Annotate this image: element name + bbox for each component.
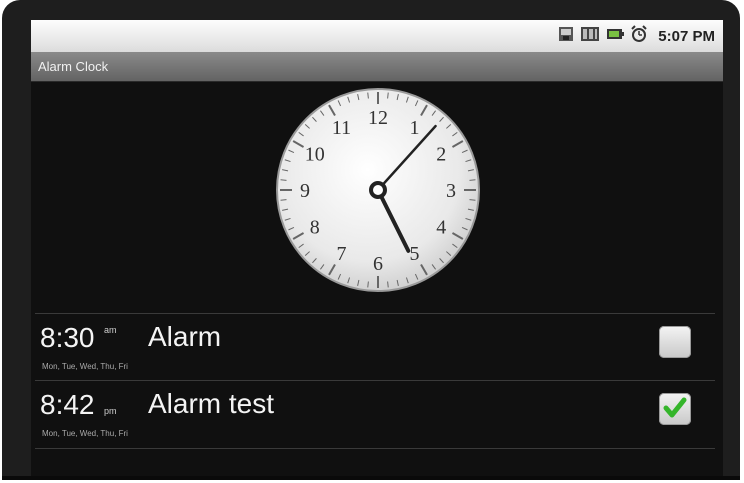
divider <box>35 448 715 449</box>
alarm-enable-checkbox[interactable] <box>659 393 691 425</box>
status-time: 5:07 PM <box>658 27 715 45</box>
alarm-ampm: pm <box>104 406 117 416</box>
clock-numeral: 10 <box>305 144 325 166</box>
clock-numeral: 1 <box>410 117 420 139</box>
app-title: Alarm Clock <box>38 59 109 74</box>
minute-tick <box>280 199 287 201</box>
checkmark-icon <box>663 397 687 418</box>
clock-numeral: 8 <box>310 217 320 239</box>
clock-numeral: 2 <box>436 144 446 166</box>
alarm-ampm: am <box>104 325 117 335</box>
alarm-time: 8:30 <box>40 322 95 353</box>
minute-tick <box>469 179 476 181</box>
clock-center-pin <box>369 181 387 199</box>
device-frame: 5:07 PM Alarm Clock 12 1 2 3 4 5 6 7 8 9 10 11 <box>2 0 740 480</box>
minute-tick <box>469 199 476 201</box>
battery-icon <box>606 27 625 46</box>
alarm-time: 8:42 <box>40 389 95 420</box>
clock-numeral: 11 <box>332 117 351 139</box>
screen: 5:07 PM Alarm Clock 12 1 2 3 4 5 6 7 8 9 10 11 <box>31 20 723 477</box>
usb-debug-icon <box>558 26 574 47</box>
clock-numeral: 3 <box>446 180 456 202</box>
alarm-enable-checkbox[interactable] <box>659 326 691 358</box>
minute-tick <box>387 92 389 99</box>
clock-numeral: 4 <box>436 217 446 239</box>
minute-tick <box>280 179 287 181</box>
clock-numeral: 12 <box>368 107 388 129</box>
alarm-label: Alarm test <box>148 388 275 419</box>
minute-tick <box>367 92 369 99</box>
clock-numeral: 9 <box>300 180 310 202</box>
alarm-icon <box>630 24 648 48</box>
alarm-days: Mon, Tue, Wed, Thu, Fri <box>42 429 128 438</box>
alarm-row[interactable]: 8:30 am Alarm Mon, Tue, Wed, Thu, Fri <box>31 314 723 381</box>
minute-tick <box>367 281 369 288</box>
clock-numeral: 5 <box>410 243 420 265</box>
analog-clock[interactable]: 12 1 2 3 4 5 6 7 8 9 10 11 <box>274 86 482 294</box>
status-bar: 5:07 PM <box>31 20 723 52</box>
sd-card-icon <box>580 26 600 47</box>
clock-numeral: 6 <box>373 253 383 275</box>
minute-tick <box>387 281 389 288</box>
alarm-row[interactable]: 8:42 pm Alarm test Mon, Tue, Wed, Thu, F… <box>31 381 723 448</box>
clock-numeral: 7 <box>337 243 347 265</box>
title-bar: Alarm Clock <box>31 52 723 82</box>
alarm-label: Alarm <box>148 321 222 352</box>
alarm-days: Mon, Tue, Wed, Thu, Fri <box>42 362 128 371</box>
clock-face: 12 1234567891011 <box>276 88 480 292</box>
